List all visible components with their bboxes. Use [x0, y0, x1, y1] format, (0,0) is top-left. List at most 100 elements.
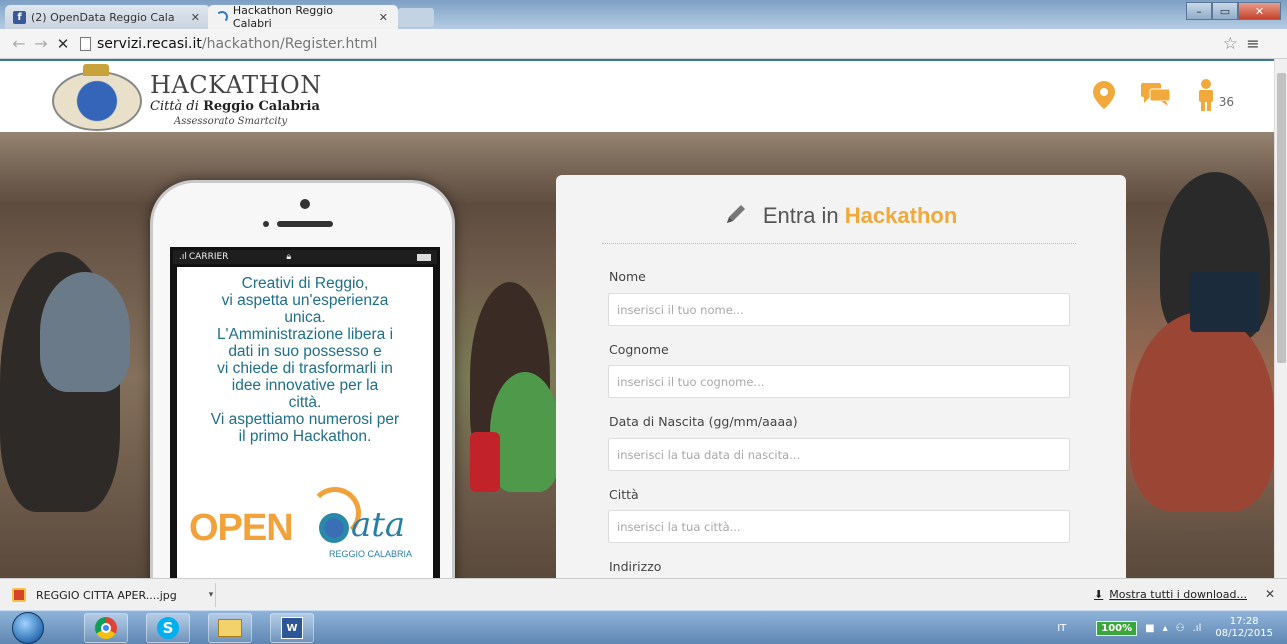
minimize-button[interactable]: – — [1186, 2, 1212, 20]
logo-open: OPEN — [189, 507, 294, 549]
scrollbar-thumb[interactable] — [1277, 73, 1286, 363]
chrome-icon — [95, 617, 117, 639]
carrier-label: CARRIER — [188, 252, 229, 262]
page-scrollbar[interactable] — [1274, 59, 1287, 578]
cognome-input[interactable] — [608, 365, 1070, 398]
user-count-value: 36 — [1218, 95, 1234, 109]
registration-form: Entra in Hackathon Nome Cognome Data di … — [556, 175, 1126, 585]
language-indicator[interactable]: IT — [1057, 623, 1066, 634]
taskbar-mail[interactable] — [208, 613, 252, 643]
download-file-name: REGGIO CITTA APER....jpg — [36, 588, 177, 602]
promo-line: città. — [288, 394, 322, 411]
heading-prefix: Entra in — [762, 203, 839, 228]
tab-label: Hackathon Reggio Calabri — [232, 4, 334, 30]
stop-loading-icon[interactable]: ✕ — [52, 35, 74, 53]
url-host: servizi.recasi.it — [97, 35, 202, 52]
download-bar: REGGIO CITTA APER....jpg ▾ ⬇ Mostra tutt… — [0, 578, 1287, 610]
nome-input[interactable] — [608, 293, 1070, 326]
taskbar-word[interactable]: W — [270, 613, 314, 643]
logo-data: ata — [351, 505, 406, 545]
indirizzo-label: Indirizzo — [609, 559, 662, 574]
promo-line: Creativi di Reggio, — [241, 275, 369, 292]
chat-icon[interactable] — [1140, 83, 1171, 107]
start-button[interactable] — [12, 612, 44, 644]
show-hidden-icons[interactable]: ▴ — [1163, 623, 1168, 634]
tab-close-icon[interactable]: ✕ — [191, 11, 200, 24]
brand-subtitle: Assessorato Smartcity — [174, 116, 288, 127]
logo-seal — [319, 513, 349, 543]
facebook-icon: f — [13, 10, 26, 24]
taskbar-chrome[interactable] — [84, 613, 128, 643]
address-bar[interactable]: servizi.recasi.it/hackathon/Register.htm… — [80, 33, 1238, 55]
promo-line: dati in suo possesso e — [228, 343, 382, 360]
nome-label: Nome — [609, 269, 646, 284]
birthdate-label: Data di Nascita (gg/mm/aaaa) — [609, 414, 798, 429]
phone-sensor — [263, 221, 269, 227]
download-item[interactable]: REGGIO CITTA APER....jpg — [6, 583, 216, 607]
tab-opendata[interactable]: f (2) OpenData Reggio Cala ✕ — [5, 5, 210, 29]
pencil-icon — [726, 205, 745, 223]
browser-tab-strip: f (2) OpenData Reggio Cala ✕ Hackathon R… — [0, 0, 1287, 30]
chevron-down-icon[interactable]: ▾ — [204, 583, 218, 607]
city-name: Reggio Calabria — [203, 99, 320, 114]
tab-close-icon[interactable]: ✕ — [379, 11, 388, 24]
tab-label: (2) OpenData Reggio Cala — [31, 10, 175, 24]
promo-text: Creativi di Reggio, vi aspetta un'esperi… — [183, 275, 427, 445]
brand-city: Città di Reggio Calabria — [150, 99, 320, 114]
power-icon[interactable]: ■ — [1145, 623, 1154, 634]
url-path: /hackathon/Register.html — [201, 35, 378, 52]
new-tab-button[interactable] — [398, 8, 434, 27]
word-icon: W — [281, 617, 303, 639]
signal-bars-icon[interactable]: .ıl — [1193, 623, 1202, 634]
form-divider — [602, 243, 1076, 244]
lock-icon: 🔒︎ — [286, 252, 292, 262]
logo-subtitle: REGGIO CALABRIA — [329, 549, 413, 559]
show-all-downloads-link[interactable]: ⬇ Mostra tutti i download... — [1094, 588, 1247, 601]
menu-icon[interactable]: ≡ — [1238, 34, 1268, 53]
brand-title: HACKATHON — [150, 71, 322, 99]
cognome-label: Cognome — [609, 342, 669, 357]
promo-line: Vi aspettiamo numerosi per — [210, 411, 400, 428]
city-crest-logo — [52, 71, 142, 131]
battery-icon — [417, 253, 431, 261]
user-icon — [1198, 79, 1213, 111]
phone-screen-content: Creativi di Reggio, vi aspetta un'esperi… — [177, 267, 433, 603]
opendata-logo: OPEN ata REGGIO CALABRIA — [189, 487, 425, 563]
windows-taskbar: S W IT 100% ■ ▴ ⚇ .ıl 17:28 08/12/2015 — [0, 610, 1287, 644]
promo-line: vi chiede di trasformarli in — [217, 360, 393, 377]
tab-hackathon[interactable]: Hackathon Reggio Calabri ✕ — [208, 4, 398, 30]
user-count[interactable]: 36 — [1197, 79, 1234, 111]
signal-icon: .ıl — [179, 252, 187, 262]
window-controls: – ▭ ✕ — [1186, 2, 1281, 20]
close-window-button[interactable]: ✕ — [1238, 2, 1281, 20]
birthdate-input[interactable] — [608, 438, 1070, 471]
phone-screen: .ıl CARRIER 🔒︎ Creativi di Reggio, vi as… — [170, 247, 440, 607]
maximize-button[interactable]: ▭ — [1212, 2, 1238, 20]
close-download-bar-icon[interactable]: ✕ — [1265, 587, 1275, 601]
show-all-label: Mostra tutti i download... — [1109, 588, 1247, 601]
skype-icon: S — [157, 617, 179, 639]
promo-line: il primo Hackathon. — [238, 428, 372, 445]
forward-arrow-icon[interactable]: → — [30, 34, 52, 53]
bookmark-star-icon[interactable]: ☆ — [1223, 34, 1238, 54]
taskbar-skype[interactable]: S — [146, 613, 190, 643]
clock-time: 17:28 — [1229, 616, 1259, 627]
system-tray: IT 100% ■ ▴ ⚇ .ıl 17:28 08/12/2015 — [1057, 611, 1287, 644]
promo-line: L'Amministrazione libera i — [216, 326, 394, 343]
promo-line: unica. — [284, 309, 326, 326]
phone-speaker — [277, 221, 333, 227]
header-icons: 36 — [1092, 79, 1234, 111]
clock[interactable]: 17:28 08/12/2015 — [1215, 616, 1273, 640]
phone-camera — [300, 199, 310, 209]
battery-indicator[interactable]: 100% — [1096, 620, 1138, 636]
citta-input[interactable] — [608, 510, 1070, 543]
heading-highlight: Hackathon — [844, 203, 958, 228]
loading-spinner-icon — [216, 11, 228, 23]
promo-line: vi aspetta un'esperienza — [221, 292, 389, 309]
form-heading: Entra in Hackathon — [556, 203, 1126, 229]
back-arrow-icon[interactable]: ← — [8, 34, 30, 53]
network-icon[interactable]: ⚇ — [1176, 623, 1185, 634]
phone-mockup: .ıl CARRIER 🔒︎ Creativi di Reggio, vi as… — [150, 180, 455, 607]
map-pin-icon[interactable] — [1092, 81, 1115, 109]
promo-line: idee innovative per la — [231, 377, 379, 394]
